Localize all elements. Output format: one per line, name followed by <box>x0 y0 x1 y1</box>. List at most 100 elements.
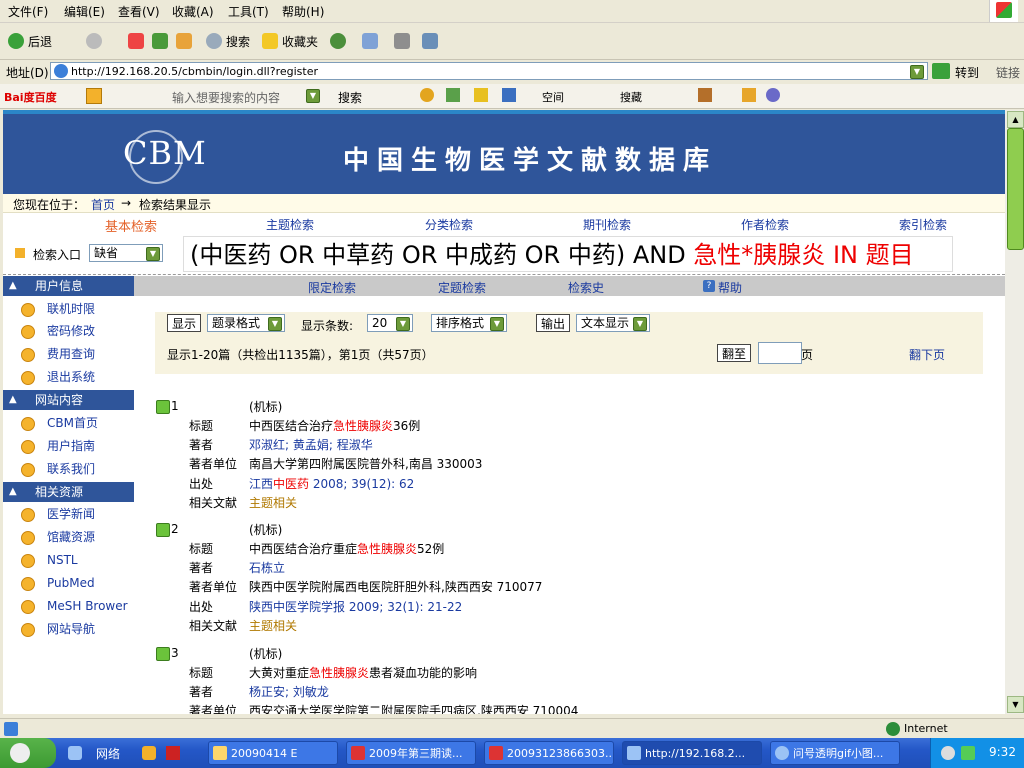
checkbox-square-icon[interactable] <box>156 523 170 537</box>
help-icon[interactable]: ? <box>703 280 715 292</box>
menu-view[interactable]: 查看(V) <box>118 3 160 20</box>
task-browser[interactable]: http://192.168.2... <box>622 741 762 765</box>
nav-header-resources[interactable]: ▲ 相关资源 <box>3 482 134 502</box>
nav-item-site-nav[interactable]: 网站导航 <box>3 618 134 640</box>
nav-item-contact[interactable]: 联系我们 <box>3 458 134 480</box>
network-menu[interactable]: 网络 <box>96 745 120 762</box>
tab-search-history[interactable]: 检索史 <box>568 279 604 296</box>
home-button[interactable] <box>176 31 192 51</box>
record-title[interactable]: 大黄对重症急性胰腺炎患者凝血功能的影响 <box>249 664 477 681</box>
checkbox-square-icon[interactable] <box>156 647 170 661</box>
nav-item-nstl[interactable]: NSTL <box>3 549 134 571</box>
related-link[interactable]: 主题相关 <box>249 494 297 511</box>
record-title[interactable]: 中西医结合治疗重症急性胰腺炎52例 <box>249 540 444 557</box>
record-authors[interactable]: 杨正安; 刘敏龙 <box>249 683 329 700</box>
baidu-pen-icon[interactable] <box>742 88 756 102</box>
checkbox-square-icon[interactable] <box>156 400 170 414</box>
tray-icon[interactable] <box>941 746 955 760</box>
record-source[interactable]: 江西中医药 2008; 39(12): 62 <box>249 475 414 492</box>
baidu-tool-icon[interactable] <box>420 88 434 102</box>
tab-author-search[interactable]: 作者检索 <box>741 216 789 233</box>
sort-select[interactable]: 排序格式 ▼ <box>431 314 507 332</box>
query-display[interactable]: (中医药 OR 中草药 OR 中成药 OR 中药) AND 急性*胰腺炎 IN … <box>183 236 953 272</box>
baidu-search-button[interactable]: 搜索 <box>338 89 362 106</box>
baidu-table-icon[interactable] <box>502 88 516 102</box>
show-button[interactable]: 显示 <box>167 314 202 332</box>
nav-item-online-time[interactable]: 联机时限 <box>3 298 134 320</box>
menu-favorites[interactable]: 收藏(A) <box>172 3 214 20</box>
baidu-search-dropdown[interactable]: ▼ <box>306 89 320 103</box>
history-button[interactable] <box>330 31 346 51</box>
nav-item-mesh[interactable]: MeSH Brower <box>3 595 134 617</box>
next-page-link[interactable]: 翻下页 <box>909 346 945 363</box>
menu-help[interactable]: 帮助(H) <box>282 3 324 20</box>
edit-button[interactable] <box>422 31 438 51</box>
go-button[interactable]: 转到 <box>955 64 979 81</box>
menu-file[interactable]: 文件(F) <box>8 3 48 20</box>
nav-item-cbm-home[interactable]: CBM首页 <box>3 412 134 434</box>
favorites-button[interactable]: 收藏夹 <box>262 31 318 51</box>
stop-button[interactable] <box>128 31 144 51</box>
baidu-settings-icon[interactable] <box>766 88 780 102</box>
tab-help[interactable]: 帮助 <box>718 279 742 296</box>
menu-tools[interactable]: 工具(T) <box>228 3 269 20</box>
page-input[interactable] <box>758 342 802 364</box>
nav-item-password[interactable]: 密码修改 <box>3 320 134 342</box>
record-source[interactable]: 陕西中医学院学报 2009; 32(1): 21-22 <box>249 598 462 615</box>
record-authors[interactable]: 石栋立 <box>249 559 285 576</box>
record-authors[interactable]: 邓淑红; 黄孟娟; 程淑华 <box>249 436 373 453</box>
ie-quicklaunch-icon[interactable] <box>68 746 82 760</box>
nav-item-guide[interactable]: 用户指南 <box>3 435 134 457</box>
text-display-select[interactable]: 文本显示 ▼ <box>576 314 650 332</box>
tab-index-search[interactable]: 索引检索 <box>899 216 947 233</box>
menu-edit[interactable]: 编辑(E) <box>64 3 105 20</box>
nav-header-user[interactable]: ▲ 用户信息 <box>3 276 134 296</box>
breadcrumb-home[interactable]: 首页 <box>91 196 115 213</box>
go-arrow-icon[interactable] <box>932 63 950 79</box>
scroll-up-icon[interactable]: ▲ <box>1007 111 1024 128</box>
quicklaunch-icon[interactable] <box>166 746 180 760</box>
nav-item-pubmed[interactable]: PubMed <box>3 572 134 594</box>
tab-subject-search[interactable]: 主题检索 <box>266 216 314 233</box>
print-button[interactable] <box>394 31 410 51</box>
baidu-option-icon[interactable] <box>86 88 102 104</box>
mail-button[interactable] <box>362 31 378 51</box>
forward-button[interactable] <box>86 31 102 51</box>
tab-class-search[interactable]: 分类检索 <box>425 216 473 233</box>
tab-limit-search[interactable]: 限定检索 <box>308 279 356 296</box>
scroll-down-icon[interactable]: ▼ <box>1007 696 1024 713</box>
address-input[interactable]: http://192.168.20.5/cbmbin/login.dll?reg… <box>50 62 928 80</box>
start-button[interactable] <box>0 738 56 768</box>
nav-header-site[interactable]: ▲ 网站内容 <box>3 390 134 410</box>
nav-item-fees[interactable]: 费用查询 <box>3 343 134 365</box>
search-button[interactable]: 搜索 <box>206 31 250 51</box>
baidu-space-link[interactable]: 空间 <box>542 89 564 105</box>
baidu-collect-link[interactable]: 搜藏 <box>620 89 642 105</box>
format-select[interactable]: 题录格式 ▼ <box>207 314 285 332</box>
nav-item-holdings[interactable]: 馆藏资源 <box>3 526 134 548</box>
baidu-user-icon[interactable] <box>698 88 712 102</box>
output-button[interactable]: 输出 <box>536 314 571 332</box>
tab-journal-search[interactable]: 期刊检索 <box>583 216 631 233</box>
related-link[interactable]: 主题相关 <box>249 617 297 634</box>
baidu-image-icon[interactable] <box>446 88 460 102</box>
vertical-scrollbar[interactable]: ▲ ▼ <box>1005 110 1024 714</box>
task-folder[interactable]: 20090414 E <box>208 741 338 765</box>
quicklaunch-icon[interactable] <box>142 746 156 760</box>
task-doc-2[interactable]: 20093123866303... <box>484 741 614 765</box>
goto-button[interactable]: 翻至 <box>717 344 752 362</box>
task-doc-1[interactable]: 2009年第三期读... <box>346 741 476 765</box>
entry-select[interactable]: 缺省 ▼ <box>89 244 163 262</box>
nav-item-news[interactable]: 医学新闻 <box>3 503 134 525</box>
task-browser-2[interactable]: 问号透明gif小图... <box>770 741 900 765</box>
record-title[interactable]: 中西医结合治疗急性胰腺炎36例 <box>249 417 420 434</box>
refresh-button[interactable] <box>152 31 168 51</box>
tab-topic-search[interactable]: 定题检索 <box>438 279 486 296</box>
address-dropdown[interactable]: ▼ <box>910 65 924 79</box>
count-select[interactable]: 20 ▼ <box>367 314 413 332</box>
back-button[interactable]: 后退 <box>8 31 52 51</box>
network-tray-icon[interactable] <box>961 746 975 760</box>
links-button[interactable]: 链接 <box>996 64 1020 81</box>
baidu-search-input[interactable]: 输入想要搜索的内容 <box>172 89 280 106</box>
nav-item-logout[interactable]: 退出系统 <box>3 366 134 388</box>
